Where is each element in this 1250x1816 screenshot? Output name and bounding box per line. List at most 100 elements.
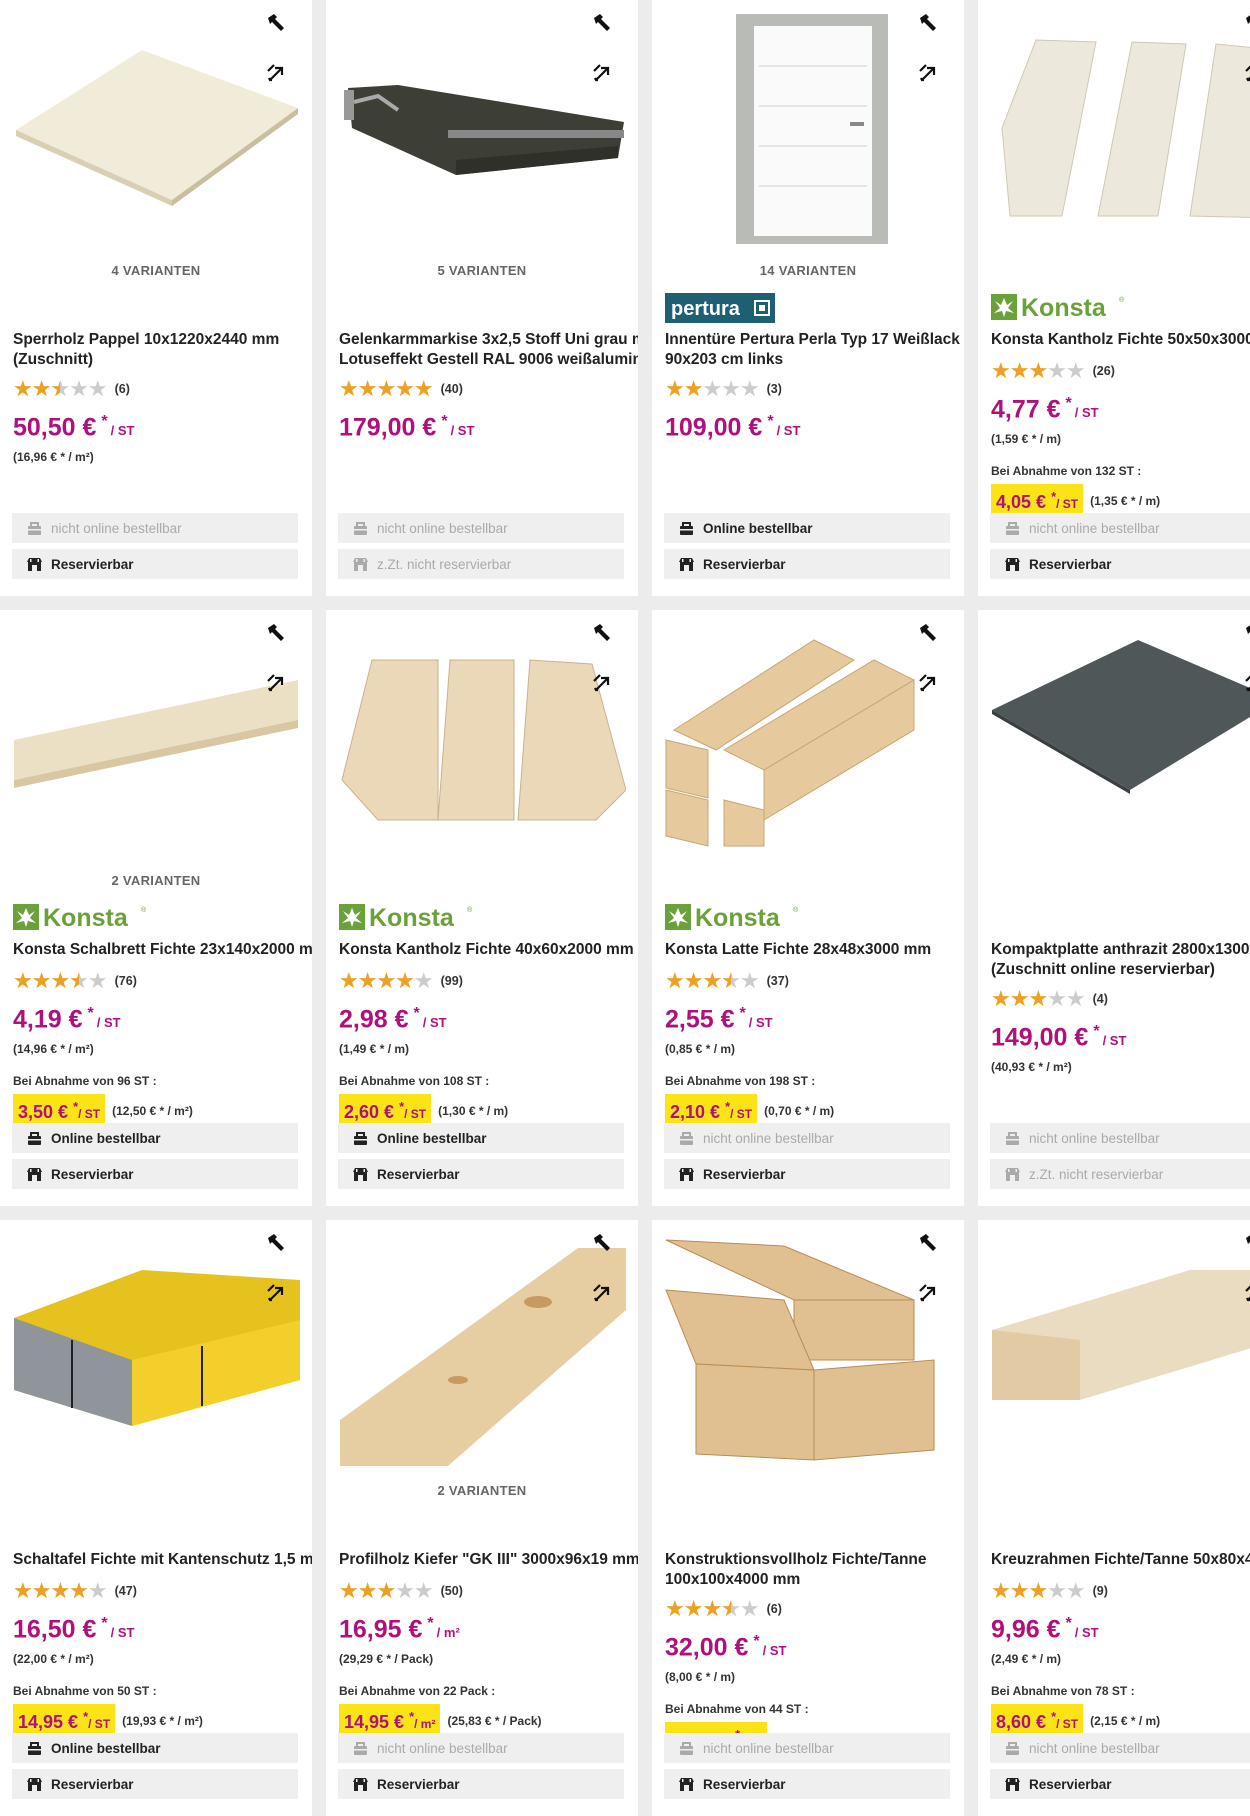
compare-icon[interactable] xyxy=(1242,670,1250,700)
product-title[interactable]: Konsta Kantholz Fichte 50x50x3000 mm xyxy=(991,330,1250,350)
product-image[interactable] xyxy=(338,1230,626,1468)
product-title[interactable]: Sperrholz Pappel 10x1220x2440 mm (Zuschn… xyxy=(13,330,306,370)
hammer-icon[interactable] xyxy=(916,12,946,42)
product-title[interactable]: Kompaktplatte anthrazit 2800x1300x6 mm (… xyxy=(991,940,1250,980)
product-image[interactable] xyxy=(664,620,952,858)
store-icon xyxy=(678,556,695,573)
rating[interactable]: ★★★★★★★★★★ (4) xyxy=(991,988,1250,1010)
reserve-status[interactable]: Reservierbar xyxy=(338,1159,624,1189)
rating[interactable]: ★★★★★★★★★★ (26) xyxy=(991,360,1250,382)
compare-icon[interactable] xyxy=(916,60,946,90)
compare-icon[interactable] xyxy=(1242,1280,1250,1310)
product-title[interactable]: Konsta Latte Fichte 28x48x3000 mm xyxy=(665,940,958,960)
variants-label[interactable]: 5 VARIANTEN xyxy=(326,263,638,278)
product-card[interactable]: Kreuzrahmen Fichte/Tanne 50x80x4000 mm ★… xyxy=(978,1220,1250,1816)
reserve-status[interactable]: Reservierbar xyxy=(12,1769,298,1799)
reserve-status[interactable]: Reservierbar xyxy=(990,549,1250,579)
reserve-status[interactable]: Reservierbar xyxy=(664,1159,950,1189)
product-info: Konsta Kantholz Fichte 50x50x3000 mm ★★★… xyxy=(991,330,1250,518)
hammer-icon[interactable] xyxy=(590,1232,620,1262)
product-title[interactable]: Konsta Schalbrett Fichte 23x140x2000 mm xyxy=(13,940,312,960)
product-title[interactable]: Innentüre Pertura Perla Typ 17 Weißlack … xyxy=(665,330,960,370)
rating[interactable]: ★★★★★★★★★★ (99) xyxy=(339,970,632,992)
product-title[interactable]: Gelenkarmmarkise 3x2,5 Stoff Uni grau mi… xyxy=(339,330,638,370)
product-card[interactable]: Konsta ® Konsta Latte Fichte 28x48x3000 m… xyxy=(652,610,964,1206)
reserve-status[interactable]: Reservierbar xyxy=(990,1769,1250,1799)
online-order-status[interactable]: Online bestellbar xyxy=(664,513,950,543)
reserve-status[interactable]: Reservierbar xyxy=(664,1769,950,1799)
online-order-status[interactable]: Online bestellbar xyxy=(12,1733,298,1763)
reserve-status[interactable]: Reservierbar xyxy=(338,1769,624,1799)
online-order-status[interactable]: Online bestellbar xyxy=(338,1123,624,1153)
compare-icon[interactable] xyxy=(590,60,620,90)
product-image[interactable] xyxy=(12,10,300,248)
rating[interactable]: ★★★★★★★★★★ (6) xyxy=(665,1598,958,1620)
rating[interactable]: ★★★★★★★★★★ (76) xyxy=(13,970,306,992)
product-card[interactable]: 2 VARIANTEN Profilholz Kiefer "GK III" 3… xyxy=(326,1220,638,1816)
product-image[interactable] xyxy=(338,620,626,858)
compare-icon[interactable] xyxy=(264,60,294,90)
hammer-icon[interactable] xyxy=(264,622,294,652)
hammer-icon[interactable] xyxy=(590,622,620,652)
product-card[interactable]: Schaltafel Fichte mit Kantenschutz 1,5 m… xyxy=(0,1220,312,1816)
hammer-icon[interactable] xyxy=(916,1232,946,1262)
hammer-icon[interactable] xyxy=(916,622,946,652)
product-card[interactable]: Kompaktplatte anthrazit 2800x1300x6 mm (… xyxy=(978,610,1250,1206)
product-image[interactable] xyxy=(12,1230,300,1468)
reserve-status[interactable]: Reservierbar xyxy=(12,1159,298,1189)
rating[interactable]: ★★★★★★★★★★ (37) xyxy=(665,970,958,992)
compare-icon[interactable] xyxy=(590,1280,620,1310)
cart-icon xyxy=(678,520,695,537)
rating[interactable]: ★★★★★★★★★★ (47) xyxy=(13,1580,306,1602)
reserve-status[interactable]: Reservierbar xyxy=(664,549,950,579)
variants-label[interactable]: 14 VARIANTEN xyxy=(652,263,964,278)
compare-icon[interactable] xyxy=(916,670,946,700)
rating[interactable]: ★★★★★★★★★★ (6) xyxy=(13,378,306,400)
product-title[interactable]: Schaltafel Fichte mit Kantenschutz 1,5 m xyxy=(13,1550,312,1570)
product-title[interactable]: Kreuzrahmen Fichte/Tanne 50x80x4000 mm xyxy=(991,1550,1250,1570)
product-title[interactable]: Profilholz Kiefer "GK III" 3000x96x19 mm xyxy=(339,1550,638,1570)
product-title[interactable]: Konstruktionsvollholz Fichte/Tanne 100x1… xyxy=(665,1550,958,1590)
store-icon xyxy=(352,1776,369,1793)
rating[interactable]: ★★★★★★★★★★ (9) xyxy=(991,1580,1250,1602)
hammer-icon[interactable] xyxy=(264,1232,294,1262)
rating[interactable]: ★★★★★★★★★★ (50) xyxy=(339,1580,632,1602)
compare-icon[interactable] xyxy=(264,670,294,700)
rating[interactable]: ★★★★★★★★★★ (3) xyxy=(665,378,958,400)
price-value: 179,00 € xyxy=(339,413,437,442)
product-title[interactable]: Konsta Kantholz Fichte 40x60x2000 mm xyxy=(339,940,634,960)
product-card[interactable]: 5 VARIANTEN Gelenkarmmarkise 3x2,5 Stoff… xyxy=(326,0,638,596)
review-count: (9) xyxy=(1092,1584,1108,1598)
rating[interactable]: ★★★★★ ★★★★★ (40) xyxy=(339,378,632,400)
compare-icon[interactable] xyxy=(264,1280,294,1310)
product-card[interactable]: 14 VARIANTEN pertura Innentüre Pertura Pe… xyxy=(652,0,964,596)
cart-icon xyxy=(26,520,43,537)
product-image[interactable] xyxy=(338,10,626,248)
product-card[interactable]: 4 VARIANTEN Sperrholz Pappel 10x1220x244… xyxy=(0,0,312,596)
product-image[interactable] xyxy=(12,620,300,858)
hammer-icon[interactable] xyxy=(1242,12,1250,42)
variants-label[interactable]: 2 VARIANTEN xyxy=(326,1483,638,1498)
reserve-status[interactable]: Reservierbar xyxy=(12,549,298,579)
compare-icon[interactable] xyxy=(590,670,620,700)
variants-label[interactable]: 2 VARIANTEN xyxy=(0,873,312,888)
product-image[interactable] xyxy=(990,10,1250,248)
hammer-icon[interactable] xyxy=(264,12,294,42)
product-image[interactable] xyxy=(664,10,952,248)
product-image[interactable] xyxy=(990,620,1250,858)
product-card[interactable]: 2 VARIANTEN Konsta ® Konsta Schalbrett Fic… xyxy=(0,610,312,1206)
product-card[interactable]: Konsta ® Konsta Kantholz Fichte 50x50x300… xyxy=(978,0,1250,596)
hammer-icon[interactable] xyxy=(1242,622,1250,652)
hammer-icon[interactable] xyxy=(1242,1232,1250,1262)
product-image[interactable] xyxy=(664,1230,952,1468)
compare-icon[interactable] xyxy=(1242,60,1250,90)
product-tools xyxy=(1242,1232,1250,1328)
review-count: (4) xyxy=(1092,992,1108,1006)
product-card[interactable]: Konstruktionsvollholz Fichte/Tanne 100x1… xyxy=(652,1220,964,1816)
hammer-icon[interactable] xyxy=(590,12,620,42)
compare-icon[interactable] xyxy=(916,1280,946,1310)
online-order-status[interactable]: Online bestellbar xyxy=(12,1123,298,1153)
product-card[interactable]: Konsta ® Konsta Kantholz Fichte 40x60x200… xyxy=(326,610,638,1206)
variants-label[interactable]: 4 VARIANTEN xyxy=(0,263,312,278)
product-image[interactable] xyxy=(990,1230,1250,1468)
